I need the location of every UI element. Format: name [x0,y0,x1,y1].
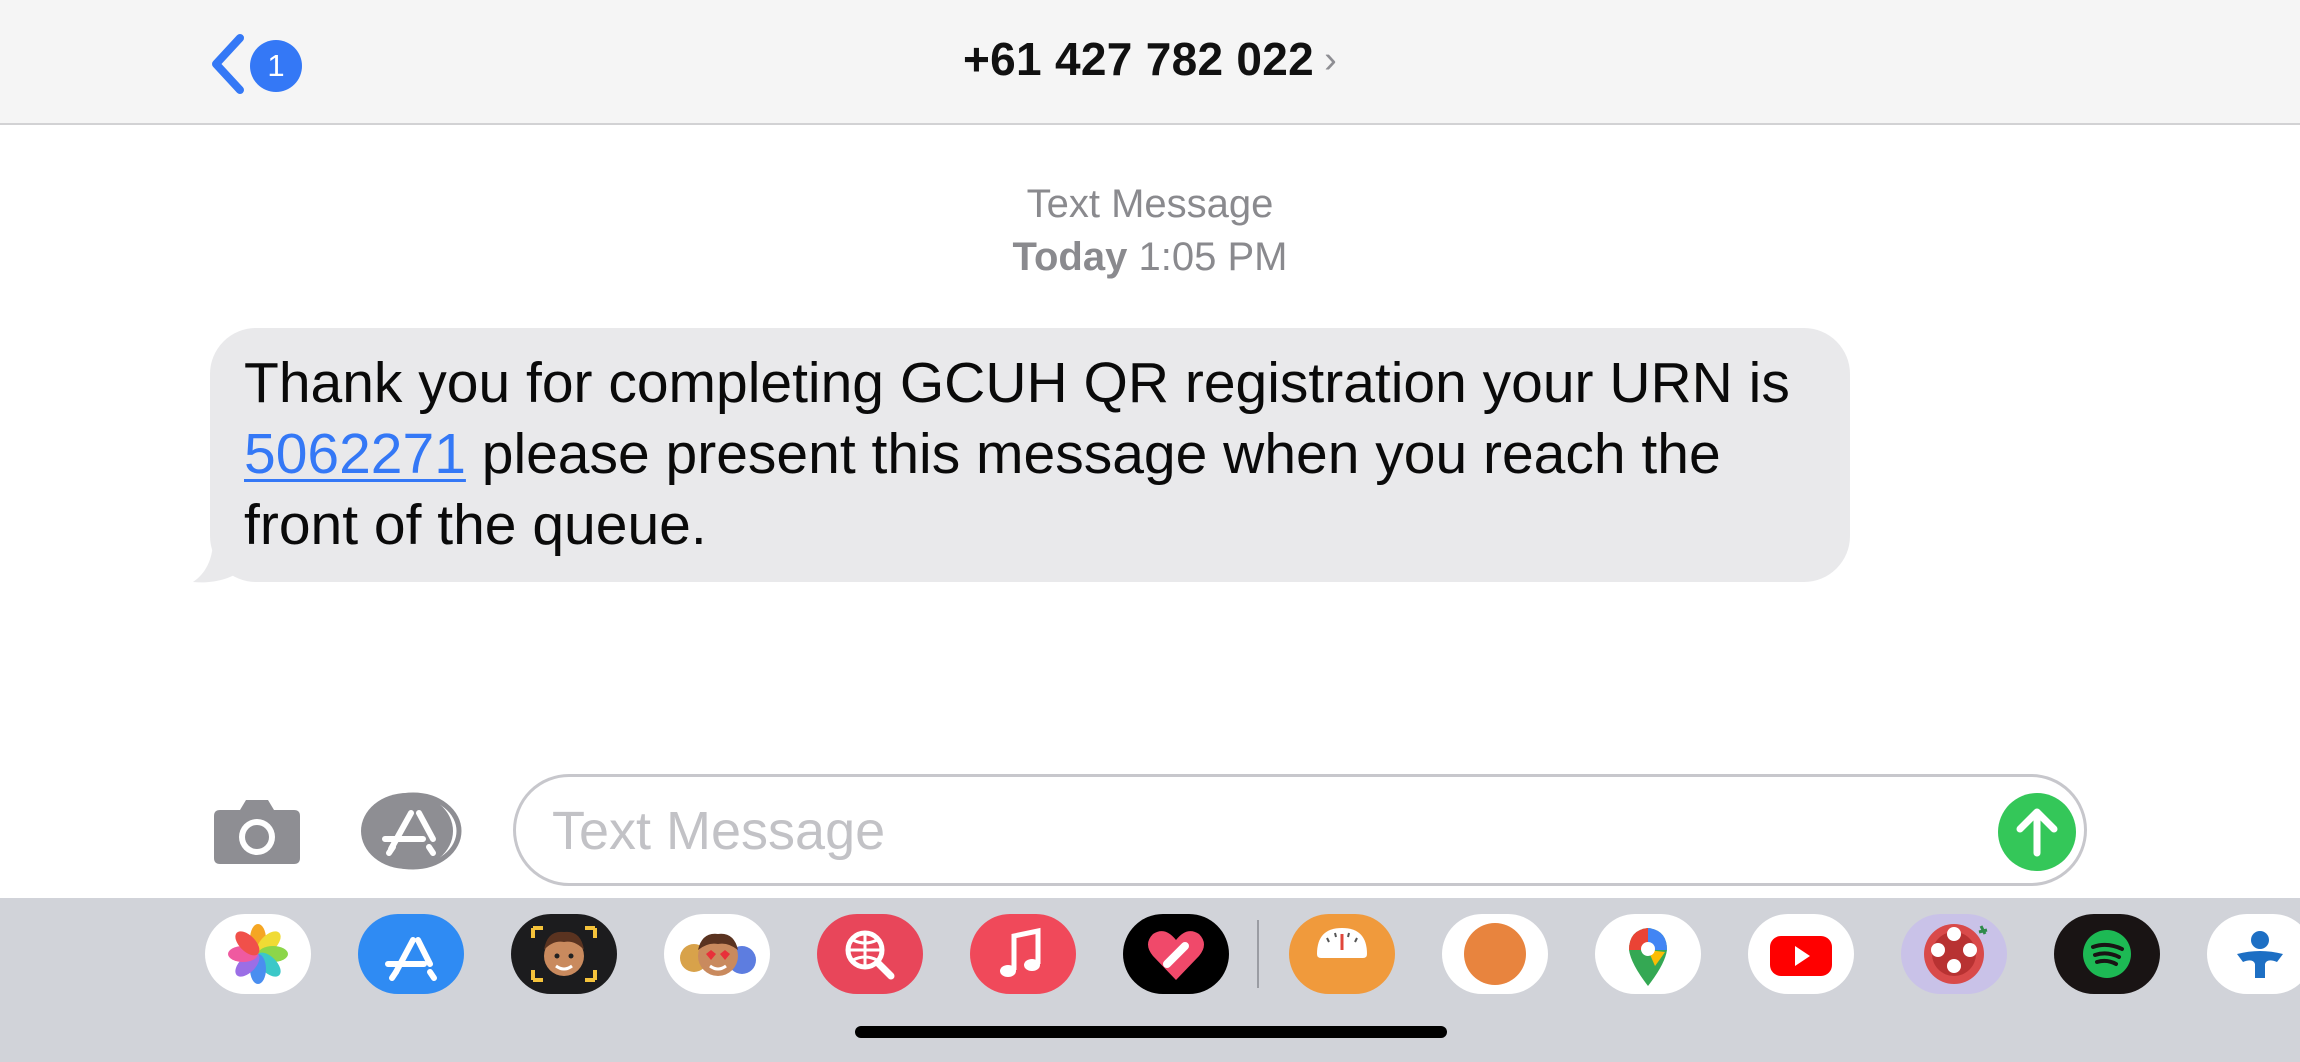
youtube-app[interactable] [1748,914,1854,994]
message-compose-field[interactable] [513,774,2087,886]
send-button[interactable] [1998,793,2076,871]
scale-app[interactable] [1289,914,1395,994]
orange-circle-icon [1464,923,1526,985]
app-store-icon [361,792,462,870]
memoji-stickers-icon [680,933,756,976]
timestamp-time: 1:05 PM [1138,235,1288,279]
google-maps-app[interactable] [1595,914,1701,994]
message-type-label: Text Message [1026,182,1274,226]
nav-bar: 1 +61 427 782 022 › [0,0,2300,125]
arrow-up-icon [2016,808,2058,857]
images-search-app[interactable] [817,914,923,994]
blue-app[interactable] [2207,914,2300,994]
photos-icon [228,924,288,984]
message-input[interactable] [550,791,1994,871]
timestamp-day: Today [1012,235,1128,279]
digital-touch-app[interactable] [1123,914,1229,994]
app-drawer-button[interactable] [361,791,465,871]
youtube-icon [1770,936,1832,976]
music-note-icon [1000,927,1041,977]
orange-app[interactable] [1442,914,1548,994]
heart-touch-icon [1148,931,1204,980]
incoming-message-bubble[interactable]: Thank you for completing GCUH QR registr… [210,328,1850,582]
home-indicator [855,1026,1447,1038]
spotify-app[interactable] [2054,914,2160,994]
drawer-divider [1257,920,1259,988]
photos-app[interactable] [205,914,311,994]
word-game-icon [1924,924,1988,984]
message-text-end: please present this message when you rea… [244,422,1721,557]
camera-icon [214,800,300,864]
message-text-start: Thank you for completing GCUH QR registr… [244,351,1790,415]
chevron-right-icon: › [1324,39,1338,81]
memoji-icon [531,926,597,982]
contact-number: +61 427 782 022 [962,33,1315,85]
message-timestamp: Today 1:05 PM [0,235,2300,280]
urn-number-link[interactable]: 5062271 [244,422,466,486]
memoji-app[interactable] [511,914,617,994]
map-pin-icon [1629,928,1667,986]
spotify-icon [2083,930,2131,978]
app-store-icon [385,937,437,981]
app-drawer [0,898,2300,1062]
contact-title[interactable]: +61 427 782 022 › [0,32,2300,86]
person-icon [2237,931,2283,978]
scale-icon [1317,928,1367,958]
memoji-stickers-app[interactable] [664,914,770,994]
camera-button[interactable] [212,796,302,866]
app-store-app[interactable] [358,914,464,994]
globe-search-icon [845,930,895,980]
word-game-app[interactable] [1901,914,2007,994]
music-app[interactable] [970,914,1076,994]
